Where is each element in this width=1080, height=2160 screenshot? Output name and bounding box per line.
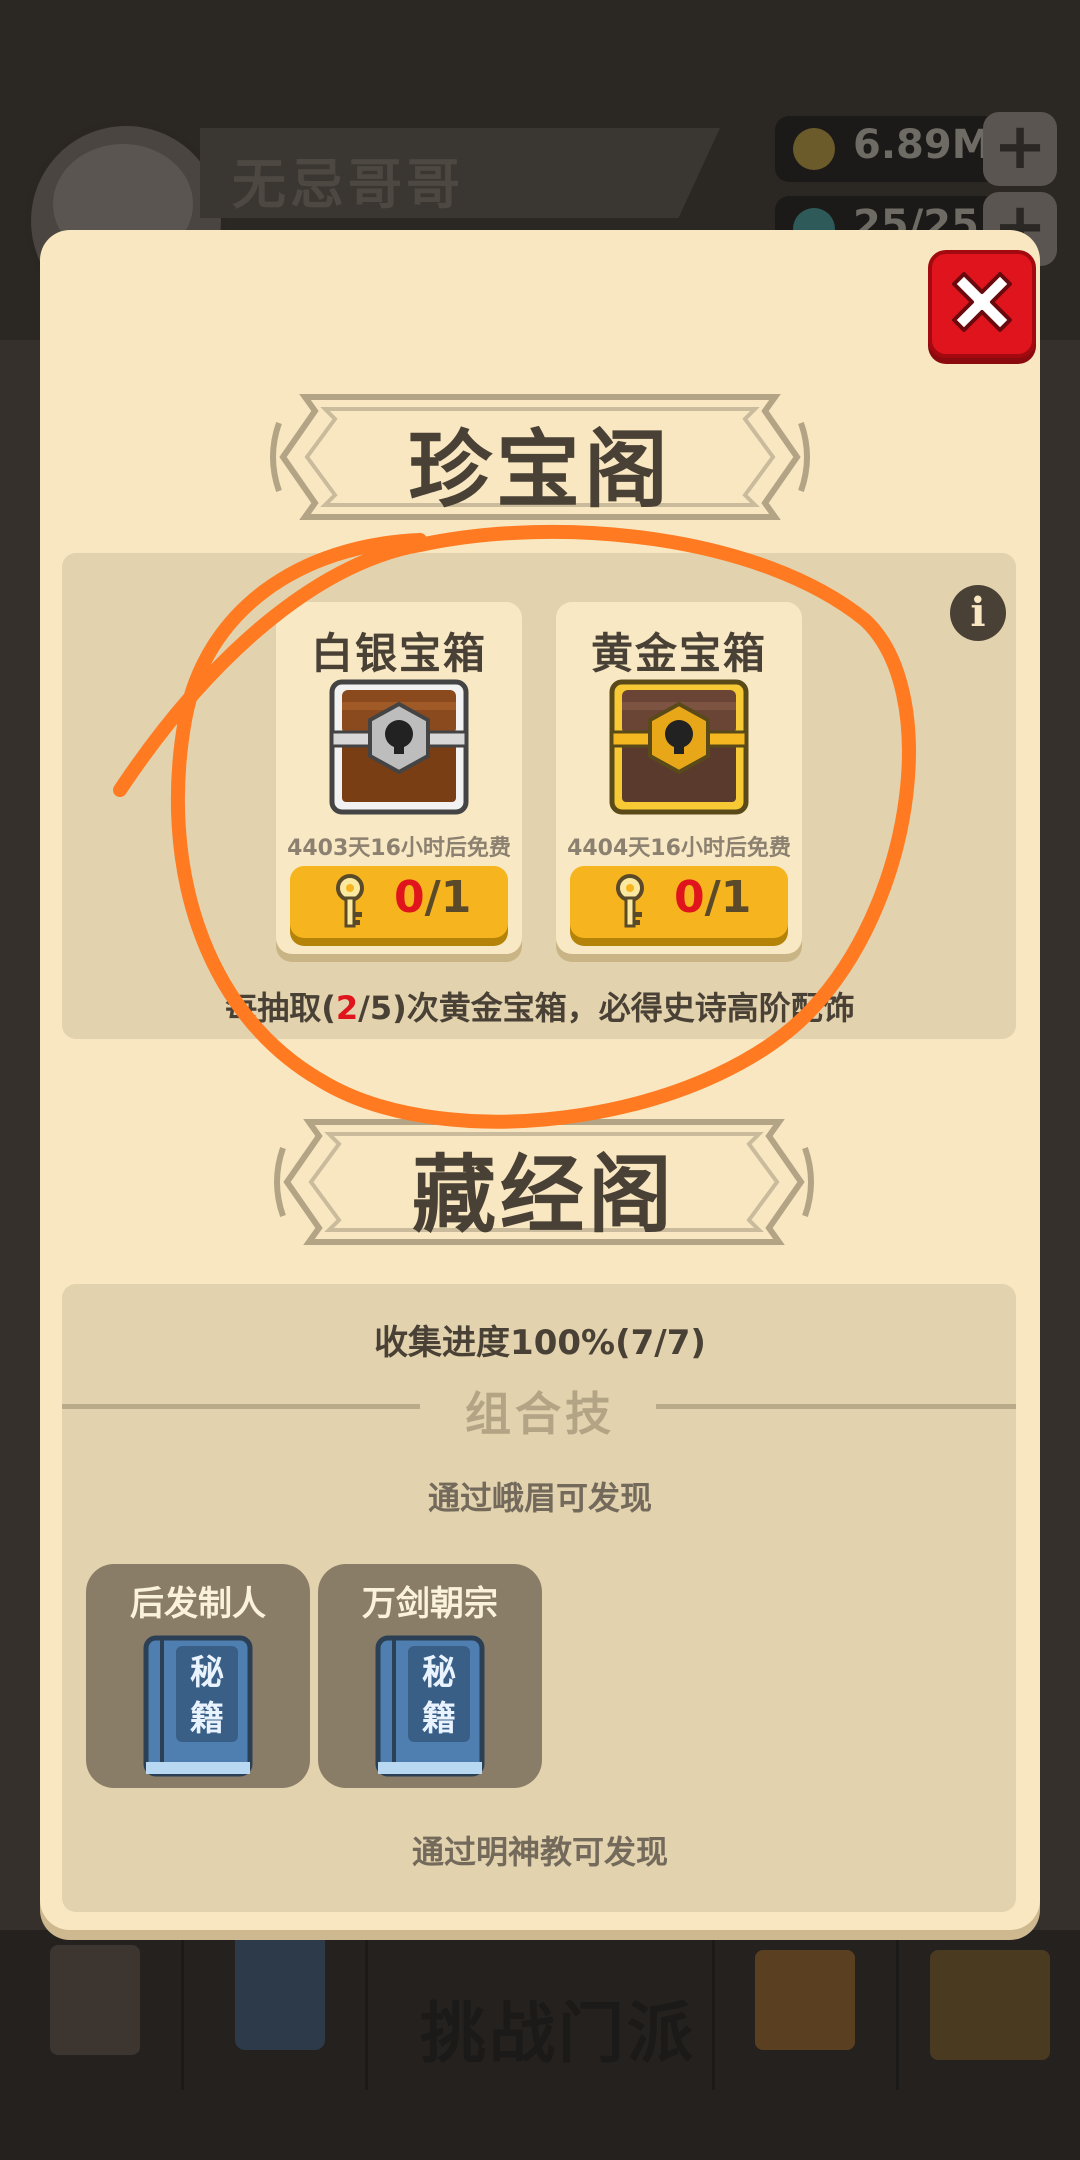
close-button[interactable] xyxy=(928,250,1036,358)
training-book-icon xyxy=(235,1930,325,2050)
silver-chest-card[interactable]: 白银宝箱 4403天16小时后免费 0/1 xyxy=(276,602,522,954)
gold-chest-card[interactable]: 黄金宝箱 4404天16小时后免费 0/1 xyxy=(556,602,802,954)
gold-chest-name: 黄金宝箱 xyxy=(590,629,767,678)
hint-mingjiao: 通过明神教可发现 xyxy=(411,1833,668,1871)
gold-chest-timer: 4404天16小时后免费 xyxy=(567,836,791,861)
pity-text: 每抽取(2/5)次黄金宝箱，必得史诗高阶配饰 xyxy=(225,989,855,1027)
combo-skills-heading: 组合技 xyxy=(465,1387,615,1441)
silver-chest-icon xyxy=(329,679,469,815)
silver-chest-timer: 4403天16小时后免费 xyxy=(287,836,511,861)
key-icon xyxy=(616,874,644,928)
book-label-bottom: 籍 xyxy=(190,1699,224,1739)
book-label-bottom: 籍 xyxy=(422,1699,456,1739)
nav-challenge-label: 挑战门派 xyxy=(420,1995,696,2072)
treasure-panel xyxy=(62,553,1016,1039)
player-name: 无忌哥哥 xyxy=(232,153,464,216)
secret-book-icon: 秘 籍 xyxy=(375,1635,485,1777)
collection-progress: 收集进度100%(7/7) xyxy=(374,1323,706,1363)
silver-key-count: 0/1 xyxy=(394,872,472,923)
hint-emei: 通过峨眉可发现 xyxy=(427,1479,652,1517)
building-icon xyxy=(755,1950,855,2050)
coin-value: 6.89M xyxy=(853,122,992,168)
treasure-title: 珍宝阁 xyxy=(407,421,672,519)
gold-chest-open-button[interactable]: 0/1 xyxy=(570,866,788,938)
gold-key-count: 0/1 xyxy=(674,872,752,923)
gold-chest-icon xyxy=(609,679,749,815)
key-icon xyxy=(336,874,364,928)
skill-book-name: 万剑朝宗 xyxy=(362,1584,498,1624)
collect-icon xyxy=(930,1950,1050,2060)
library-banner: 藏经阁 xyxy=(269,1118,819,1246)
silver-chest-name: 白银宝箱 xyxy=(310,629,487,678)
coin-icon xyxy=(793,128,835,170)
library-title: 藏经阁 xyxy=(411,1146,676,1244)
silver-chest-open-button[interactable]: 0/1 xyxy=(290,866,508,938)
secret-book-icon: 秘 籍 xyxy=(143,1635,253,1777)
skill-book-name: 后发制人 xyxy=(130,1584,266,1624)
scroll-icon xyxy=(50,1945,140,2055)
close-icon xyxy=(952,272,1012,332)
book-label-top: 秘 xyxy=(422,1653,456,1693)
info-icon[interactable]: i xyxy=(950,585,1006,641)
skill-book-card[interactable]: 后发制人 秘 籍 xyxy=(86,1564,310,1788)
book-label-top: 秘 xyxy=(190,1653,224,1693)
treasure-banner: 珍宝阁 xyxy=(265,393,815,521)
add-coins-button[interactable]: + xyxy=(983,112,1057,186)
coin-counter: 6.89M + xyxy=(775,112,1057,186)
skill-book-card[interactable]: 万剑朝宗 秘 籍 xyxy=(318,1564,542,1788)
